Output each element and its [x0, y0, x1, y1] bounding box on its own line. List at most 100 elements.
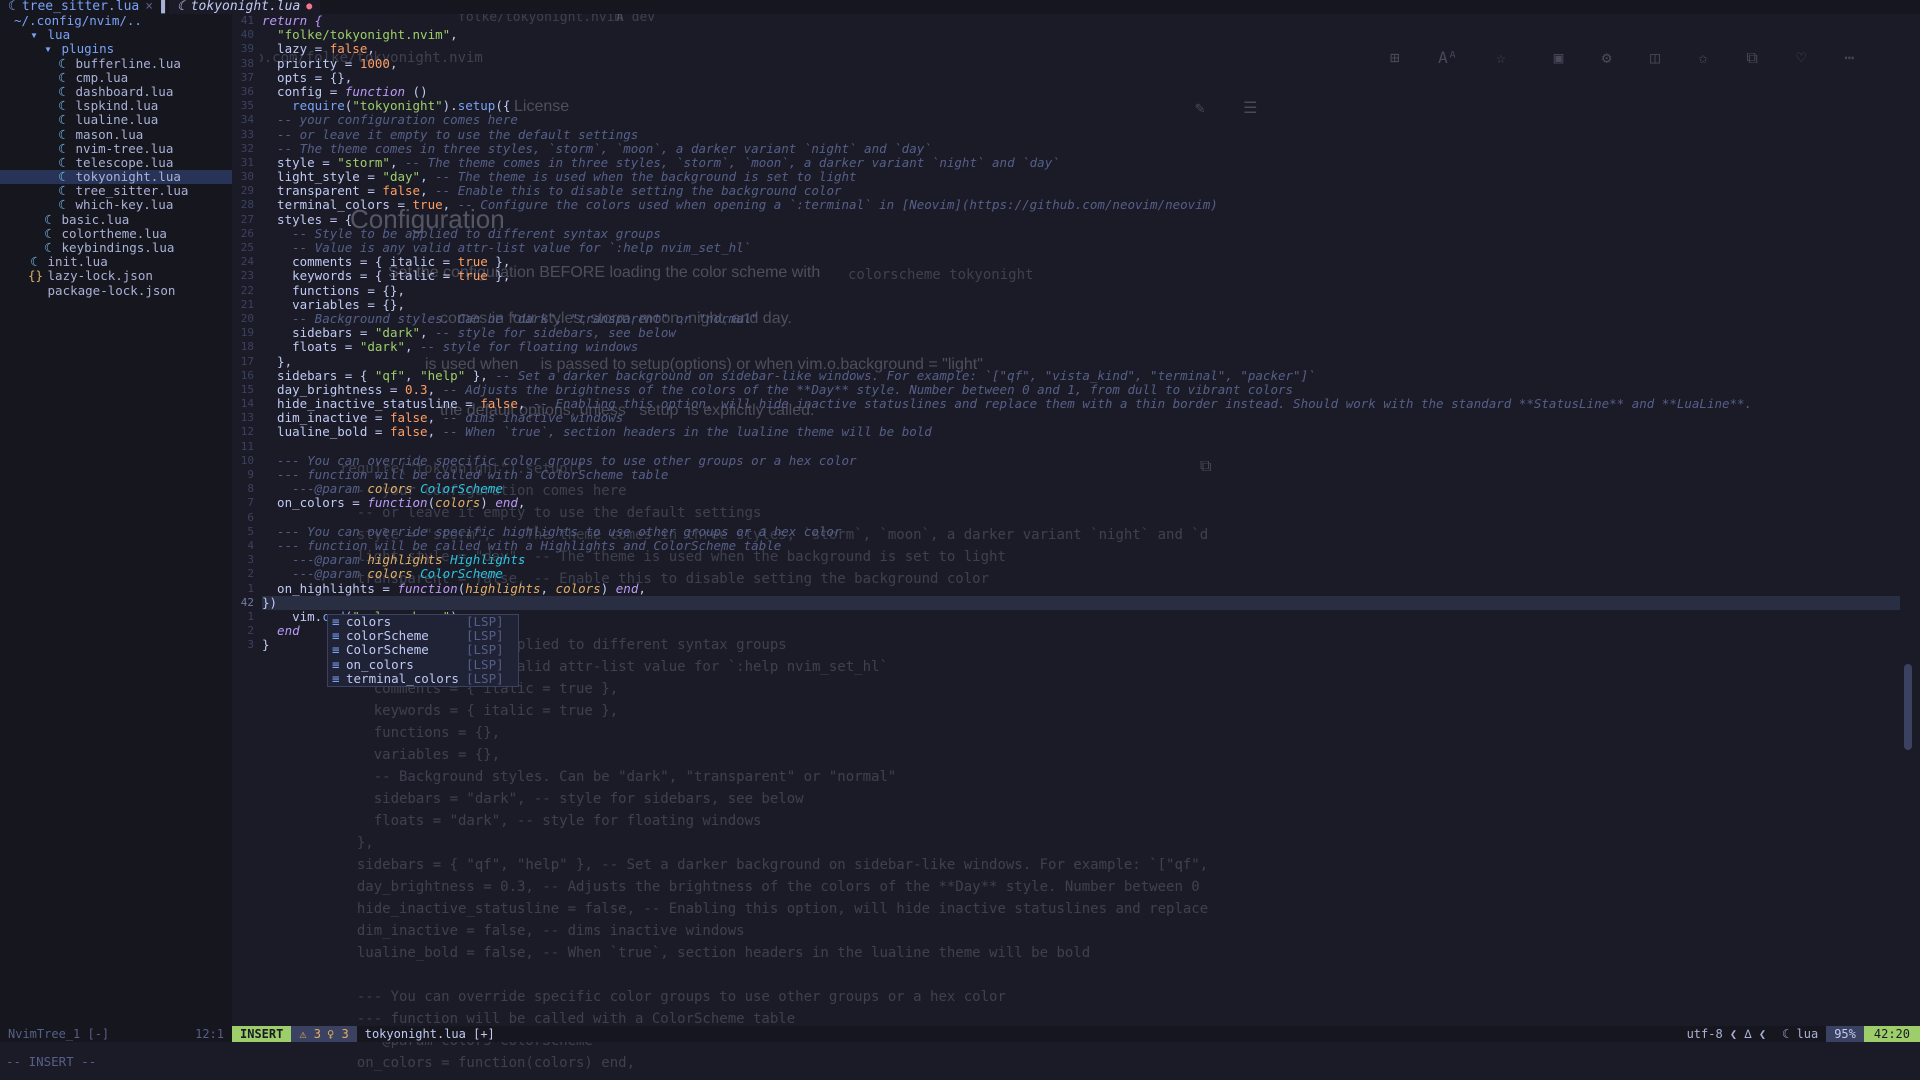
code-line[interactable]: ---@param colors ColorScheme [262, 482, 1900, 496]
code-line[interactable]: }) [262, 595, 1900, 610]
code-line[interactable] [262, 440, 1900, 454]
tree-item[interactable]: ▾ plugins [0, 42, 232, 56]
completion-kind-icon: ≡ [332, 656, 340, 672]
close-icon[interactable]: × [145, 0, 153, 14]
completion-source: [LSP] [466, 628, 504, 644]
tree-item[interactable]: ☾ nvim-tree.lua [0, 141, 232, 156]
code-line[interactable]: dim_inactive = false, -- dims inactive w… [262, 411, 1900, 425]
code-line[interactable]: sidebars = "dark", -- style for sidebars… [262, 326, 1900, 340]
code-line[interactable]: transparent = false, -- Enable this to d… [262, 184, 1900, 198]
code-line[interactable]: styles = { [262, 212, 1900, 227]
tree-item-label: tree_sitter.lua [68, 183, 189, 199]
tree-item[interactable]: ☾ tokyonight.lua [0, 169, 232, 185]
code-token: false [329, 41, 368, 57]
code-line[interactable]: on_highlights = function(highlights, col… [262, 580, 1900, 596]
line-number: 8 [247, 482, 254, 496]
code-line[interactable]: -- your configuration comes here [262, 113, 1900, 127]
code-token: colors [555, 580, 601, 596]
tree-item[interactable]: package-lock.json [0, 282, 232, 298]
completion-item[interactable]: ≡ colorScheme [LSP] [328, 628, 518, 644]
code-token: ---@param [292, 566, 360, 582]
code-line[interactable]: return { [262, 13, 1900, 28]
command-line[interactable]: -- INSERT -- [0, 1054, 1920, 1070]
line-number: 28 [240, 198, 254, 212]
buffer-tab-tree-sitter[interactable]: ☾ tree_sitter.lua × [0, 0, 161, 14]
code-line[interactable]: }, [262, 354, 1900, 369]
line-number: 26 [240, 226, 254, 240]
tree-item[interactable]: ☾ lualine.lua [0, 113, 232, 127]
tree-root[interactable]: ~/.config/nvim/.. [0, 13, 232, 28]
code-line[interactable]: floats = "dark", -- style for floating w… [262, 340, 1900, 354]
tree-item[interactable]: ☾ dashboard.lua [0, 84, 232, 99]
code-line[interactable]: lazy = false, [262, 42, 1900, 56]
scrollbar-thumb[interactable] [1904, 664, 1912, 750]
tree-item[interactable]: ☾ lspkind.lua [0, 98, 232, 113]
editor-buffer[interactable]: return { "folke/tokyonight.nvim", lazy =… [262, 13, 1900, 1026]
tree-item[interactable]: ☾ basic.lua [0, 212, 232, 227]
code-line[interactable] [262, 511, 1900, 525]
tree-item[interactable]: ☾ init.lua [0, 254, 232, 269]
line-number: 20 [240, 311, 254, 325]
tree-item-label: mason.lua [68, 126, 144, 142]
tree-item-label: which-key.lua [68, 197, 174, 213]
tree-item[interactable]: ☾ cmp.lua [0, 70, 232, 85]
tree-item[interactable]: ☾ mason.lua [0, 126, 232, 142]
completion-item[interactable]: ≡ colors [LSP] [328, 614, 518, 629]
completion-menu: ≡ colors [LSP] ≡ colorScheme [LSP] ≡ ColorSchem… [327, 614, 519, 687]
code-token: function [367, 495, 428, 511]
code-line[interactable]: -- or leave it empty to use the default … [262, 127, 1900, 142]
code-token: ColorScheme [420, 566, 503, 582]
code-line[interactable]: comments = { italic = true }, [262, 255, 1900, 269]
code-line[interactable]: on_colors = function(colors) end, [262, 496, 1900, 510]
code-line[interactable]: style = "storm", -- The theme comes in t… [262, 155, 1900, 170]
code-line[interactable]: ---@param highlights Highlights [262, 553, 1900, 567]
tree-item[interactable]: ☾ telescope.lua [0, 155, 232, 170]
code-line[interactable]: --- function will be called with a Color… [262, 467, 1900, 482]
code-line[interactable]: priority = 1000, [262, 56, 1900, 71]
code-line[interactable]: require("tokyonight").setup({ [262, 99, 1900, 113]
code-line[interactable]: config = function () [262, 83, 1900, 99]
code-line[interactable]: hide_inactive_statusline = false, -- Ena… [262, 396, 1900, 411]
code-line[interactable]: functions = {}, [262, 283, 1900, 298]
tree-item[interactable]: ☾ bufferline.lua [0, 56, 232, 71]
tree-item[interactable]: ☾ keybindings.lua [0, 240, 232, 255]
code-line[interactable]: opts = {}, [262, 70, 1900, 85]
code-line[interactable]: -- Value is any valid attr-list value fo… [262, 240, 1900, 255]
completion-item[interactable]: ≡ ColorScheme [LSP] [328, 643, 518, 657]
code-token: -- Configure the colors used when openin… [457, 197, 1218, 213]
code-token: --- function will be called with a Color… [262, 467, 669, 482]
code-token: , [427, 410, 443, 426]
tree-item[interactable]: ☾ colortheme.lua [0, 226, 232, 241]
code-line[interactable]: -- The theme comes in three styles, `sto… [262, 141, 1900, 156]
code-line[interactable]: day_brightness = 0.3, -- Adjusts the bri… [262, 382, 1900, 397]
code-line[interactable]: --- You can override specific color grou… [262, 453, 1900, 468]
completion-item[interactable]: ≡ on_colors [LSP] [328, 656, 518, 672]
code-line[interactable]: "folke/tokyonight.nvim", [262, 28, 1900, 42]
tree-item-label: package-lock.json [40, 282, 176, 298]
code-token: require [292, 98, 345, 114]
code-line[interactable]: lualine_bold = false, -- When `true`, se… [262, 425, 1900, 439]
tree-item[interactable]: ☾ tree_sitter.lua [0, 184, 232, 198]
code-line[interactable]: variables = {}, [262, 297, 1900, 312]
code-line[interactable]: -- Style to be applied to different synt… [262, 226, 1900, 241]
buffer-tab-tokyonight[interactable]: ☾ tokyonight.lua ● [168, 0, 321, 14]
code-line[interactable]: sidebars = { "qf", "help" }, -- Set a da… [262, 367, 1900, 383]
code-line[interactable]: terminal_colors = true, -- Configure the… [262, 198, 1900, 212]
code-line[interactable]: keywords = { italic = true }, [262, 269, 1900, 283]
line-number: 2 [247, 567, 254, 581]
tree-item[interactable]: {} lazy-lock.json [0, 269, 232, 283]
code-line[interactable]: ---@param colors ColorScheme [262, 567, 1900, 581]
code-token: , [405, 339, 421, 355]
tree-item[interactable]: ▾ lua [0, 27, 232, 42]
code-token: , [517, 495, 526, 511]
code-line[interactable]: -- Background styles. Can be "dark", "tr… [262, 311, 1900, 326]
code-line[interactable]: light_style = "day", -- The theme is use… [262, 169, 1900, 184]
code-token: -- Set a darker background on sidebar-li… [495, 367, 1316, 383]
code-token: -- style for sidebars, see below [435, 325, 676, 341]
code-token: function [344, 83, 406, 99]
completion-item[interactable]: ≡ terminal_colors [LSP] [328, 671, 518, 686]
line-number: 25 [240, 241, 254, 254]
code-line[interactable]: --- You can override specific highlights… [262, 524, 1900, 539]
tree-item[interactable]: ☾ which-key.lua [0, 198, 232, 212]
code-line[interactable]: --- function will be called with a Highl… [262, 538, 1900, 553]
